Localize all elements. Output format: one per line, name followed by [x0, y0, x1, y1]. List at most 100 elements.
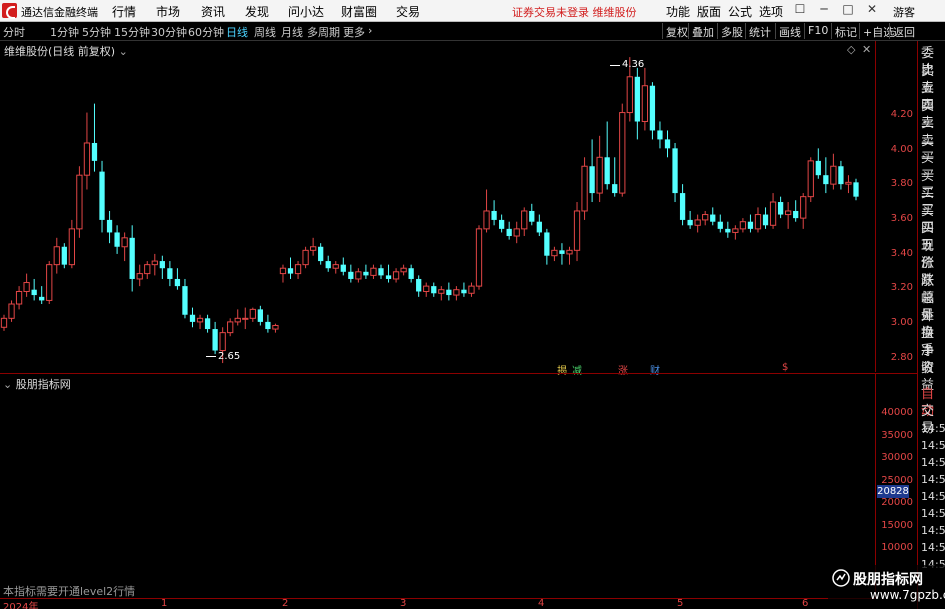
candle-body	[332, 264, 339, 269]
indicator-title: ⌄ 股朋指标网	[3, 378, 71, 391]
candle	[769, 193, 777, 229]
menu-layout[interactable]: 版面	[697, 3, 721, 20]
low-marker-line	[206, 356, 216, 357]
menu-news[interactable]: 资讯	[201, 3, 225, 20]
candle-body	[167, 268, 173, 279]
menu-market-quotes[interactable]: 行情	[112, 3, 136, 20]
candle-body	[144, 264, 151, 275]
level2-notice: 本指标需要开通level2行情	[3, 585, 136, 598]
candle	[710, 207, 716, 226]
guest-label[interactable]: 游客	[893, 4, 915, 20]
candle-body	[227, 321, 234, 334]
toolbar-button[interactable]: 多股	[717, 23, 746, 39]
app-logo-icon	[2, 3, 17, 19]
diamond-icon[interactable]: ◇	[847, 43, 855, 56]
watermark: 股朋指标网 www.7gpzb.com	[828, 565, 945, 609]
candle	[573, 202, 581, 262]
price-tick: 2.80	[890, 352, 913, 363]
candle-body	[400, 267, 407, 273]
menu-market[interactable]: 市场	[156, 3, 180, 20]
candle	[294, 261, 302, 279]
dropdown-icon: ⌄	[118, 45, 128, 58]
menu-function[interactable]: 功能	[666, 3, 690, 20]
menu-discover[interactable]: 发现	[245, 3, 269, 20]
candle	[468, 282, 475, 297]
toolbar-button[interactable]: 画线	[775, 23, 804, 39]
candlestick-chart[interactable]	[0, 41, 875, 372]
period-tab-more[interactable]: 更多	[343, 24, 365, 40]
menu-options[interactable]: 选项	[759, 3, 783, 20]
period-tab[interactable]: 5分钟	[82, 24, 111, 40]
tick-time: 14:56	[921, 541, 945, 554]
price-tick: 3.60	[890, 213, 913, 224]
candle	[0, 314, 8, 331]
chart-title: 维维股份(日线 前复权) ⌄	[4, 45, 128, 58]
candle-body	[0, 317, 8, 328]
period-tab[interactable]: 周线	[254, 24, 276, 40]
candle	[513, 221, 520, 244]
candle	[99, 160, 105, 233]
candle-body	[431, 286, 437, 294]
candle-body	[513, 228, 520, 237]
candle	[754, 207, 762, 233]
tick-time: 14:56	[921, 439, 945, 452]
candle-body	[739, 221, 747, 230]
toolbar-button[interactable]: 叠加	[688, 23, 717, 39]
candle-body	[785, 210, 792, 216]
candle	[506, 221, 512, 240]
event-marker[interactable]: $	[782, 362, 788, 373]
candle	[363, 264, 369, 279]
period-tab[interactable]: 60分钟	[188, 24, 224, 40]
candle	[68, 219, 75, 269]
candle-body	[91, 142, 98, 161]
candle-body	[838, 166, 844, 185]
period-tab[interactable]: 分时	[3, 24, 25, 40]
candle	[694, 214, 701, 233]
login-status[interactable]: 证券交易未登录 维维股份	[512, 4, 637, 20]
candle	[265, 314, 271, 333]
candle-body	[830, 165, 837, 185]
candle-body	[355, 271, 362, 280]
toolbar-button[interactable]: 复权	[662, 23, 691, 39]
menu-ask[interactable]: 问小达	[288, 3, 324, 20]
toolbar-button[interactable]: F10	[804, 23, 831, 39]
toolbar-button[interactable]: 返回	[889, 23, 918, 39]
menu-formula[interactable]: 公式	[728, 3, 752, 20]
candle-body	[544, 232, 550, 256]
candle-body	[302, 249, 309, 266]
price-tick: 4.20	[890, 109, 913, 120]
period-tab[interactable]: 15分钟	[114, 24, 150, 40]
candle	[491, 200, 497, 226]
maximize-icon[interactable]: □	[840, 2, 856, 18]
close-icon[interactable]: ✕	[862, 43, 871, 56]
period-tab-active[interactable]: 日线	[226, 24, 248, 40]
candle-body	[392, 271, 400, 280]
candle-body	[249, 308, 256, 319]
period-tab[interactable]: 多周期	[307, 24, 340, 40]
candle-body	[370, 267, 377, 276]
minimize-icon[interactable]: ─	[816, 2, 832, 18]
menu-wealth[interactable]: 财富圈	[341, 3, 377, 20]
candle-body	[151, 260, 158, 266]
close-icon[interactable]: ✕	[864, 2, 880, 18]
skin-icon[interactable]: ☐	[792, 2, 808, 18]
candle	[641, 67, 649, 131]
indicator-panel[interactable]	[0, 373, 875, 598]
period-tab[interactable]: 月线	[281, 24, 303, 40]
menu-trade[interactable]: 交易	[396, 3, 420, 20]
toolbar-button[interactable]: 统计	[745, 23, 774, 39]
candle-body	[800, 196, 807, 219]
candle	[355, 268, 362, 283]
candle-body	[725, 228, 731, 233]
candle	[309, 237, 317, 256]
candle-body	[106, 219, 113, 233]
period-tab[interactable]: 30分钟	[151, 24, 187, 40]
toolbar-button[interactable]: 标记	[831, 23, 860, 39]
candle-body	[348, 271, 354, 279]
candle	[234, 309, 241, 326]
period-tab[interactable]: 1分钟	[50, 24, 79, 40]
candle	[559, 243, 565, 265]
chevron-right-icon[interactable]: ›	[368, 24, 372, 37]
candle-body	[196, 317, 204, 323]
candle-body	[762, 214, 769, 226]
